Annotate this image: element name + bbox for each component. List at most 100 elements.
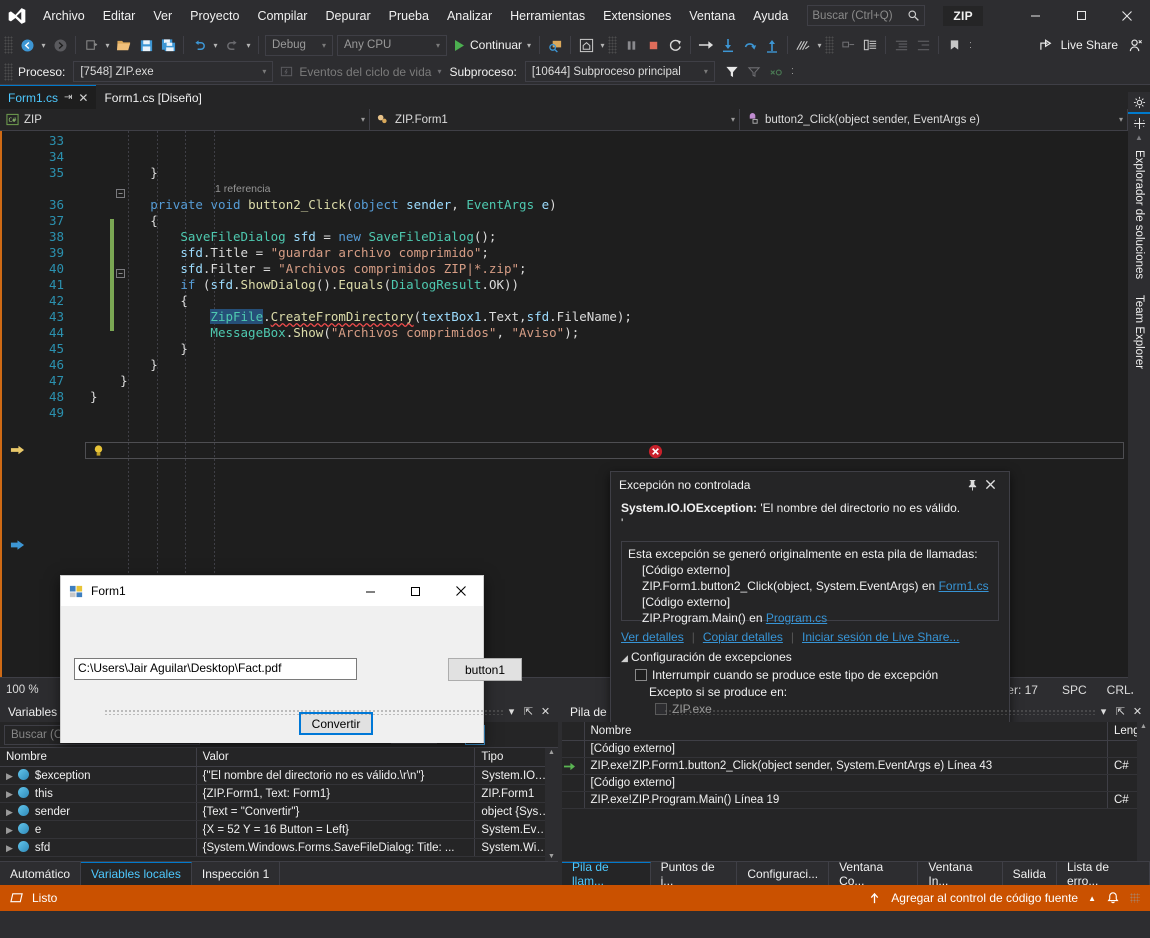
table-row[interactable]: ZIP.exe!ZIP.Program.Main() Línea 19 C# (562, 791, 1150, 809)
break-all-home-icon[interactable] (575, 34, 597, 56)
pause-icon[interactable] (620, 34, 642, 56)
pin-icon[interactable]: ⇱ (520, 705, 537, 718)
expander-icon[interactable]: ▶ (6, 771, 13, 781)
undo-icon[interactable] (188, 34, 210, 56)
callstack-scrollbar[interactable]: ▲ (1137, 722, 1150, 861)
locals-value-cell[interactable]: {Text = "Convertir"} (196, 802, 476, 821)
form1-close-button[interactable] (438, 576, 483, 606)
toolbar-grip[interactable] (4, 62, 13, 81)
toolbar-grip[interactable] (825, 36, 835, 54)
editor-glyph-margin[interactable] (0, 131, 30, 677)
form1-application-window[interactable]: Form1 C:\Users\Jair Aguilar\Desktop\Fact… (60, 575, 522, 743)
panel-menu-icon[interactable]: ▾ (503, 705, 520, 718)
locals-name-cell[interactable]: ▶ this (0, 784, 197, 803)
attach-to-process-icon[interactable] (544, 34, 566, 56)
break-when-thrown-checkbox[interactable] (635, 669, 647, 681)
menu-item-proyecto[interactable]: Proyecto (181, 5, 248, 27)
menu-item-prueba[interactable]: Prueba (380, 5, 438, 27)
callstack-frame-cell[interactable]: [Código externo] (584, 740, 1108, 758)
code-editor[interactable]: − − 33 34 35 } 1 referencia 36 private void … (0, 131, 1150, 749)
close-icon[interactable]: ✕ (537, 705, 554, 718)
bookmark-icon[interactable] (943, 34, 965, 56)
class-combo[interactable]: ZIP.Form1 ▾ (370, 109, 740, 130)
thread-combo[interactable]: [10644] Subproceso principal ▾ (524, 61, 715, 82)
expander-icon[interactable]: ▶ (6, 843, 13, 853)
panel-tab-1[interactable]: Puntos de i... (651, 860, 738, 888)
redo-dropdown-icon[interactable]: ▾ (243, 34, 254, 56)
menu-item-ventana[interactable]: Ventana (680, 5, 744, 27)
minimize-button[interactable] (1012, 0, 1058, 31)
form1-minimize-button[interactable] (348, 576, 393, 606)
panel-tab-4[interactable]: Ventana In... (918, 860, 1003, 888)
break-when-thrown-row[interactable]: Interrumpir cuando se produce este tipo … (621, 668, 999, 682)
locals-value-cell[interactable]: {System.Windows.Forms.SaveFileDialog: Ti… (196, 838, 476, 857)
table-row[interactable]: [Código externo] (562, 774, 1150, 792)
tab-team-explorer[interactable]: Team Explorer (1130, 287, 1148, 377)
panel-menu-icon[interactable]: ▾ (1095, 705, 1112, 718)
locals-column-header[interactable]: Valor (196, 748, 476, 767)
exception-settings-header[interactable]: ◢ Configuración de excepciones (621, 650, 999, 664)
resize-grip[interactable] (1130, 893, 1140, 903)
scroll-up-icon[interactable]: ▲ (1139, 723, 1148, 730)
member-combo[interactable]: button2_Click(object sender, EventArgs e… (740, 109, 1128, 130)
table-row[interactable]: ▶ this {ZIP.Form1, Text: Form1} ZIP.Form1 (0, 784, 558, 803)
expander-icon[interactable]: ▶ (6, 789, 13, 799)
redo-icon[interactable] (221, 34, 243, 56)
callstack-frame-cell[interactable]: ZIP.exe!ZIP.Form1.button2_Click(object s… (584, 757, 1108, 775)
view-details-link[interactable]: Ver detalles (621, 630, 684, 644)
callstack-frame-cell[interactable]: ZIP.exe!ZIP.Program.Main() Línea 19 (584, 791, 1108, 809)
file-path-textbox[interactable]: C:\Users\Jair Aguilar\Desktop\Fact.pdf (74, 658, 357, 680)
hot-reload-icon[interactable] (792, 34, 814, 56)
close-icon[interactable]: ✕ (78, 91, 88, 105)
locals-value-cell[interactable]: {"El nombre del directorio no es válido.… (196, 766, 476, 785)
overflow-icon[interactable]: ⁚ (965, 34, 976, 56)
step-out-icon[interactable] (761, 34, 783, 56)
scroll-down-icon[interactable]: ▼ (547, 853, 556, 860)
toolbar-grip[interactable] (4, 36, 13, 54)
menu-item-ver[interactable]: Ver (144, 5, 181, 27)
callstack-frame-cell[interactable]: [Código externo] (584, 774, 1108, 792)
panel-tab-3[interactable]: Ventana Co... (829, 860, 919, 888)
step-into-icon[interactable] (717, 34, 739, 56)
exception-helper-panel[interactable]: Excepción no controlada System.IO.IOExce… (610, 471, 1010, 749)
table-row[interactable]: ▶ sfd {System.Windows.Forms.SaveFileDialog… (0, 838, 558, 857)
locals-scrollbar[interactable]: ▲ ▼ (545, 748, 558, 861)
pin-icon[interactable]: ⇥ (64, 92, 72, 103)
thread-flag-icon[interactable] (743, 61, 765, 83)
decrease-indent-icon[interactable] (912, 34, 934, 56)
locals-name-cell[interactable]: ▶ sender (0, 802, 197, 821)
panel-tab-automático[interactable]: Automático (0, 862, 82, 885)
navigate-forward-icon[interactable] (49, 34, 71, 56)
thread-filter-icon[interactable] (721, 61, 743, 83)
locals-name-cell[interactable]: ▶ $exception (0, 766, 197, 785)
new-project-dropdown-icon[interactable]: ▾ (102, 34, 113, 56)
menu-item-depurar[interactable]: Depurar (316, 5, 379, 27)
locals-name-cell[interactable]: ▶ e (0, 820, 197, 839)
show-next-statement-icon[interactable] (695, 34, 717, 56)
form1-maximize-button[interactable] (393, 576, 438, 606)
reference-count[interactable]: 1 referencia (215, 181, 270, 197)
locals-name-cell[interactable]: ▶ sfd (0, 838, 197, 857)
dock-window-icon[interactable] (1133, 114, 1146, 133)
copy-details-link[interactable]: Copiar detalles (703, 630, 783, 644)
solution-configuration-combo[interactable]: Debug ▾ (265, 34, 333, 56)
home-dropdown-icon[interactable]: ▾ (597, 34, 608, 56)
locals-value-cell[interactable]: {X = 52 Y = 16 Button = Left} (196, 820, 476, 839)
table-row[interactable]: [Código externo] (562, 740, 1150, 758)
table-row[interactable]: ZIP.exe!ZIP.Form1.button2_Click(object s… (562, 757, 1150, 775)
quick-search-box[interactable]: Buscar (Ctrl+Q) (807, 5, 926, 26)
tab-solution-explorer[interactable]: Explorador de soluciones (1130, 142, 1148, 287)
locals-grid-container[interactable]: Nombre Valor Tipo ▶ $exception {"El nombre d… (0, 748, 558, 861)
panel-tab-6[interactable]: Lista de erro... (1057, 860, 1150, 888)
close-icon[interactable] (985, 479, 1003, 490)
tab-form1-cs[interactable]: Form1.cs ⇥ ✕ (0, 85, 97, 109)
close-icon[interactable]: ✕ (1129, 705, 1146, 718)
menu-item-analizar[interactable]: Analizar (438, 5, 501, 27)
pin-icon[interactable]: ⇱ (1112, 705, 1129, 718)
live-share-signin-link[interactable]: Iniciar sesión de Live Share... (802, 630, 959, 644)
live-share-button[interactable]: Live Share (1033, 38, 1124, 52)
callstack-grid-container[interactable]: Nombre Leng [Código externo] ZIP.exe!ZIP.F… (562, 722, 1150, 861)
process-combo[interactable]: [7548] ZIP.exe ▾ (73, 61, 274, 82)
stop-debugging-icon[interactable] (642, 34, 664, 56)
tab-form1-cs-design[interactable]: Form1.cs [Diseño] (96, 85, 210, 109)
